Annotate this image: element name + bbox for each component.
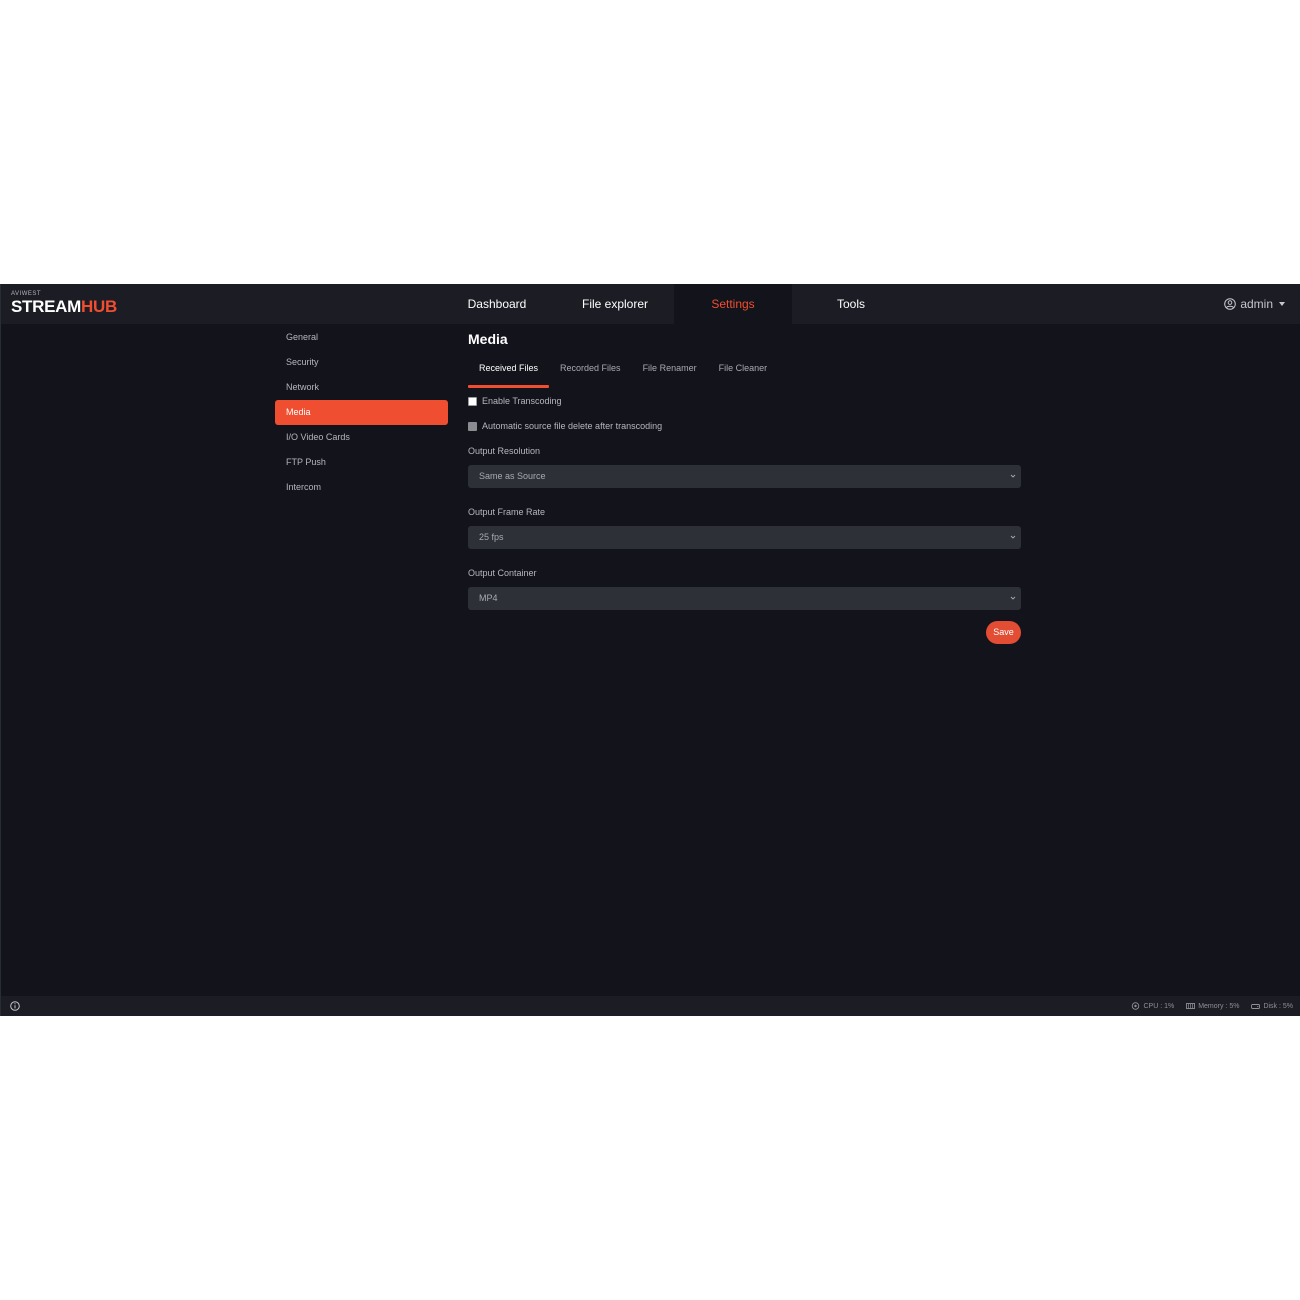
brand-title-orange: HUB: [80, 297, 117, 316]
chevron-down-icon: [1010, 596, 1016, 600]
cpu-icon: [1132, 1002, 1140, 1010]
enable-transcoding-row: Enable Transcoding: [468, 395, 1021, 407]
output-resolution-select[interactable]: Same as Source: [468, 465, 1021, 488]
tab-file-renamer[interactable]: File Renamer: [632, 363, 708, 383]
info-circle-icon[interactable]: [10, 1001, 20, 1011]
save-row: Save: [468, 621, 1021, 651]
sidebar-item-ftp-push[interactable]: FTP Push: [275, 450, 448, 475]
disk-stat: Disk : 5%: [1251, 1002, 1293, 1010]
status-footer: CPU : 1% Memory : 5% Disk : 5%: [1, 996, 1300, 1016]
top-navbar: AVIWEST STREAMHUB Dashboard File explore…: [1, 284, 1300, 324]
sidebar-item-io-video-cards[interactable]: I/O Video Cards: [275, 425, 448, 450]
memory-stat: Memory : 5%: [1186, 1002, 1239, 1010]
output-frame-rate-label: Output Frame Rate: [468, 507, 546, 517]
output-container-label: Output Container: [468, 568, 537, 578]
auto-delete-row: Automatic source file delete after trans…: [468, 420, 1021, 432]
user-name: admin: [1240, 297, 1273, 311]
nav-dashboard[interactable]: Dashboard: [438, 284, 556, 324]
sidebar-item-media[interactable]: Media: [275, 400, 448, 425]
auto-delete-checkbox[interactable]: [468, 421, 477, 431]
disk-icon: [1251, 1004, 1261, 1009]
settings-sidebar: General Security Network Media I/O Video…: [275, 325, 448, 500]
output-frame-rate-value: 25 fps: [479, 532, 504, 542]
nav-settings[interactable]: Settings: [674, 284, 792, 324]
chevron-down-icon: [1010, 474, 1016, 478]
caret-down-icon: [1279, 302, 1285, 306]
user-circle-icon: [1224, 298, 1237, 310]
sidebar-item-network[interactable]: Network: [275, 375, 448, 400]
tab-recorded-files[interactable]: Recorded Files: [549, 363, 632, 383]
media-settings-panel: Media Received Files Recorded Files File…: [468, 330, 1021, 651]
enable-transcoding-label: Enable Transcoding: [482, 396, 562, 406]
cpu-stat: CPU : 1%: [1131, 1002, 1174, 1010]
memory-icon: [1186, 1003, 1196, 1009]
memory-usage: Memory : 5%: [1198, 1002, 1240, 1010]
disk-usage: Disk : 5%: [1263, 1002, 1293, 1010]
output-container-value: MP4: [479, 593, 498, 603]
nav-tools[interactable]: Tools: [792, 284, 910, 324]
auto-delete-label: Automatic source file delete after trans…: [482, 421, 663, 431]
sidebar-item-general[interactable]: General: [275, 325, 448, 350]
media-tabs: Received Files Recorded Files File Renam…: [468, 363, 1021, 388]
user-menu[interactable]: admin: [1224, 284, 1285, 324]
tab-file-cleaner[interactable]: File Cleaner: [708, 363, 779, 383]
output-resolution-label: Output Resolution: [468, 446, 541, 456]
brand-title: STREAMHUB: [11, 298, 117, 316]
app-window: AVIWEST STREAMHUB Dashboard File explore…: [0, 284, 1300, 1016]
chevron-down-icon: [1010, 535, 1016, 539]
enable-transcoding-checkbox[interactable]: [468, 396, 477, 406]
cpu-usage: CPU : 1%: [1143, 1002, 1175, 1010]
nav-file-explorer[interactable]: File explorer: [556, 284, 674, 324]
output-resolution-value: Same as Source: [479, 471, 546, 481]
output-container-select[interactable]: MP4: [468, 587, 1021, 610]
sidebar-item-intercom[interactable]: Intercom: [275, 475, 448, 500]
system-stats: CPU : 1% Memory : 5% Disk : 5%: [1131, 996, 1293, 1016]
save-button[interactable]: Save: [986, 621, 1021, 644]
main-nav: Dashboard File explorer Settings Tools: [438, 284, 910, 324]
output-frame-rate-select[interactable]: 25 fps: [468, 526, 1021, 549]
sidebar-item-security[interactable]: Security: [275, 350, 448, 375]
page-title: Media: [468, 331, 508, 347]
tab-received-files[interactable]: Received Files: [468, 363, 550, 388]
brand-title-white: STREAM: [11, 297, 81, 316]
brand-logo[interactable]: AVIWEST STREAMHUB: [11, 290, 117, 316]
